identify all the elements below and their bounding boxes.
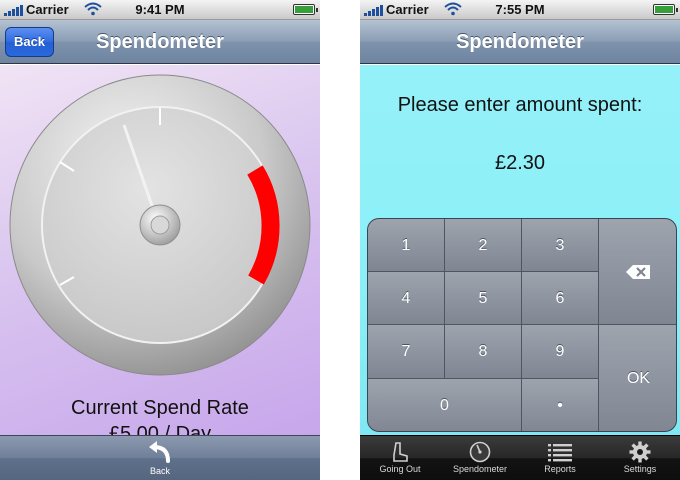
navigation-bar: Spendometer: [360, 20, 680, 64]
spend-rate-label: Current Spend Rate: [71, 397, 249, 419]
key-6[interactable]: 6: [522, 272, 599, 325]
spend-gauge: [9, 74, 311, 376]
gauge-icon: [469, 441, 491, 463]
key-2[interactable]: 2: [445, 219, 522, 272]
navigation-bar: Back Spendometer: [0, 20, 320, 64]
ok-key[interactable]: OK: [599, 325, 676, 431]
nav-title: Spendometer: [96, 31, 224, 53]
key-5[interactable]: 5: [445, 272, 522, 325]
amount-entry-screen: Carrier 7:55 PM Spendometer Please enter…: [360, 0, 680, 480]
boot-icon: [393, 442, 408, 462]
tab-spendometer[interactable]: Spendometer: [440, 436, 520, 480]
backspace-icon: [626, 265, 650, 279]
status-time: 9:41 PM: [135, 2, 185, 17]
status-time: 7:55 PM: [495, 2, 545, 17]
key-0[interactable]: 0: [368, 379, 522, 431]
bottom-toolbar: Back: [0, 435, 320, 480]
tab-reports-label: Reports: [544, 464, 576, 474]
key-4[interactable]: 4: [368, 272, 445, 325]
numeric-keypad: 1 2 3 4 5 6 7 8 9 OK 0 •: [367, 218, 677, 432]
tab-settings-label: Settings: [623, 464, 657, 474]
tab-going-out[interactable]: Going Out: [360, 436, 440, 480]
battery-icon: [293, 4, 318, 15]
tab-going-out-label: Going Out: [379, 464, 421, 474]
key-8[interactable]: 8: [445, 325, 522, 379]
spend-rate-value: £5.00 / Day: [108, 423, 212, 435]
key-7[interactable]: 7: [368, 325, 445, 379]
backspace-key[interactable]: [599, 219, 676, 325]
amount-prompt: Please enter amount spent:: [397, 94, 643, 116]
gauge-panel: Current Spend Rate £5.00 / Day: [0, 65, 320, 435]
nav-title: Spendometer: [456, 31, 584, 53]
key-9[interactable]: 9: [522, 325, 599, 379]
spendometer-gauge-screen: Carrier 9:41 PM Back Spendometer Current…: [0, 0, 320, 480]
tab-spendometer-label: Spendometer: [452, 464, 508, 474]
tab-bar: Going Out Spendometer Reports Settings: [360, 435, 680, 480]
toolbar-back-label: Back: [149, 466, 170, 476]
list-icon: [548, 444, 572, 462]
battery-icon: [653, 4, 678, 15]
curved-back-arrow-icon: [149, 441, 170, 463]
toolbar-back-button[interactable]: Back: [140, 439, 180, 479]
status-bar: Carrier 7:55 PM: [360, 0, 680, 20]
status-bar: Carrier 9:41 PM: [0, 0, 320, 20]
tab-settings[interactable]: Settings: [600, 436, 680, 480]
amount-entry-panel: Please enter amount spent: £2.30 1 2 3 4…: [360, 65, 680, 435]
gear-icon: [629, 441, 651, 463]
key-decimal[interactable]: •: [522, 379, 599, 431]
key-1[interactable]: 1: [368, 219, 445, 272]
tab-reports[interactable]: Reports: [520, 436, 600, 480]
key-3[interactable]: 3: [522, 219, 599, 272]
amount-display: £2.30: [494, 152, 546, 174]
